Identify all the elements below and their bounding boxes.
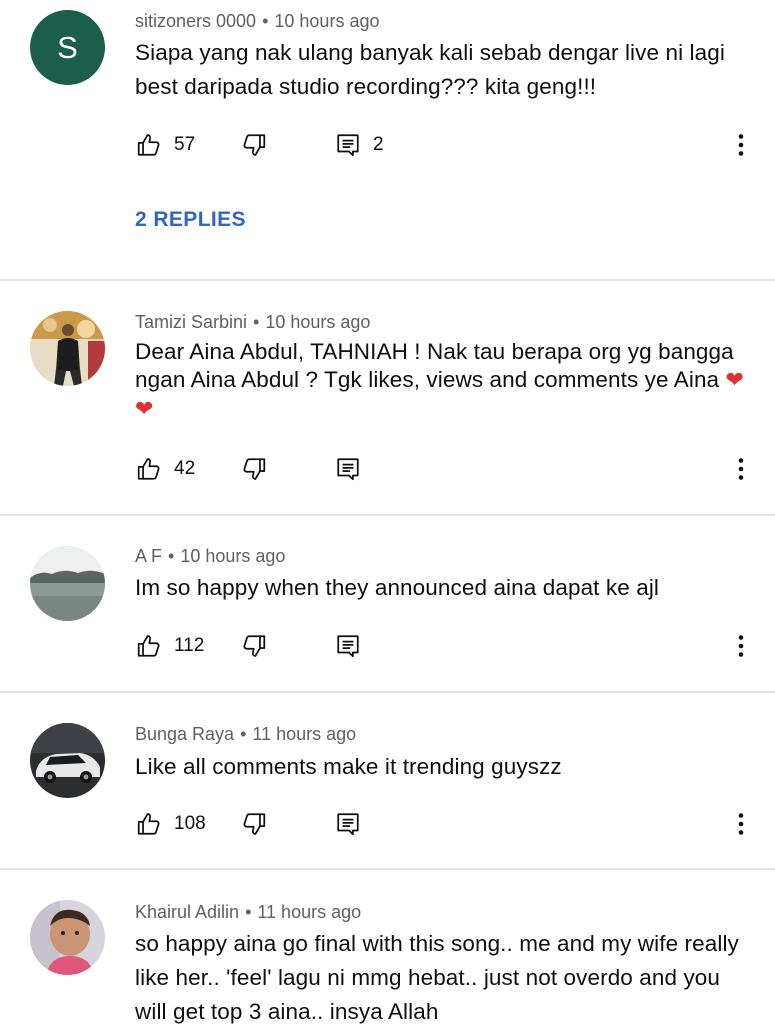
- reply-button[interactable]: [335, 629, 361, 663]
- comment-author[interactable]: Tamizi Sarbini: [135, 312, 247, 332]
- like-button[interactable]: 42: [136, 452, 195, 486]
- like-button[interactable]: 57: [136, 128, 195, 162]
- comment-text-line: best daripada studio recording??? kita g…: [135, 74, 597, 99]
- thumb-down-icon: [243, 635, 266, 657]
- view-replies-button[interactable]: 2 REPLIES: [135, 208, 246, 232]
- comment-actions: 112: [0, 629, 775, 663]
- reply-comment-icon: [337, 635, 359, 658]
- comment-actions: 42: [0, 452, 775, 486]
- thumb-up-icon: [137, 813, 160, 835]
- comment-meta: Bunga Raya • 11 hours ago: [135, 722, 356, 746]
- comment-text: Im so happy when they announced aina dap…: [135, 571, 755, 605]
- like-count: 108: [174, 813, 206, 834]
- more-vertical-icon: [738, 635, 744, 657]
- meta-separator: •: [240, 724, 247, 744]
- comment-actions: 108: [0, 807, 775, 841]
- comment-time: 10 hours ago: [180, 546, 286, 566]
- comment-meta: Tamizi Sarbini • 10 hours ago: [135, 310, 370, 334]
- comment-actions: 57 2: [0, 128, 775, 162]
- comment-text: Dear Aina Abdul, TAHNIAH ! Nak tau berap…: [135, 338, 755, 424]
- thumb-up-icon: [137, 458, 160, 480]
- comment-meta: sitizoners 0000 • 10 hours ago: [135, 9, 379, 33]
- dislike-button[interactable]: [241, 807, 267, 841]
- comment-meta: A F • 10 hours ago: [135, 544, 285, 568]
- more-vertical-icon: [738, 134, 744, 156]
- meta-separator: •: [168, 546, 175, 566]
- more-options-button[interactable]: [730, 128, 752, 162]
- more-options-button[interactable]: [730, 452, 752, 486]
- reply-button[interactable]: [335, 807, 361, 841]
- thumb-up-icon: [137, 134, 160, 156]
- comment-author[interactable]: Bunga Raya: [135, 724, 234, 744]
- more-options-button[interactable]: [730, 807, 752, 841]
- like-count: 42: [174, 458, 196, 479]
- avatar[interactable]: S: [30, 10, 105, 85]
- comment-text: Like all comments make it trending guysz…: [135, 750, 755, 784]
- comment-time: 11 hours ago: [252, 724, 357, 744]
- comment-time: 10 hours ago: [274, 11, 380, 31]
- reply-count: 2: [373, 134, 384, 155]
- reply-button[interactable]: [335, 452, 361, 486]
- reply-comment-icon: [337, 134, 359, 157]
- thumb-down-icon: [243, 458, 266, 480]
- meta-separator: •: [245, 902, 252, 922]
- like-button[interactable]: 112: [136, 629, 204, 663]
- comment-item: A F • 10 hours ago Im so happy when they a…: [0, 516, 775, 691]
- comment-time: 10 hours ago: [265, 312, 371, 332]
- reply-button[interactable]: 2: [335, 128, 384, 162]
- comment-text-line: Dear Aina Abdul, TAHNIAH ! Nak tau berap…: [135, 339, 734, 364]
- comment-meta: Khairul Adilin • 11 hours ago: [135, 900, 361, 924]
- comment-text-line: so happy aina go final with this song.. …: [135, 931, 739, 956]
- avatar[interactable]: [30, 723, 105, 798]
- thumb-up-icon: [137, 635, 160, 657]
- heart-emoji-icon: ❤: [725, 368, 745, 393]
- reply-comment-icon: [337, 813, 359, 836]
- dislike-button[interactable]: [241, 452, 267, 486]
- comment-item: Bunga Raya • 11 hours ago Like all comment…: [0, 693, 775, 868]
- comment-author[interactable]: A F: [135, 546, 162, 566]
- avatar[interactable]: [30, 546, 105, 621]
- like-count: 112: [174, 635, 205, 656]
- thumb-down-icon: [243, 813, 266, 835]
- comment-item: S sitizoners 0000 • 10 hours ago Siapa yan…: [0, 0, 775, 280]
- comment-time: 11 hours ago: [257, 902, 362, 922]
- avatar-letter: S: [57, 29, 78, 65]
- comment-text-line: ngan Aina Abdul ? Tgk likes, views and c…: [135, 367, 720, 392]
- comment-author[interactable]: sitizoners 0000: [135, 11, 256, 31]
- more-options-button[interactable]: [730, 629, 752, 663]
- meta-separator: •: [253, 312, 260, 332]
- more-vertical-icon: [738, 458, 744, 480]
- heart-emoji-icon: ❤: [135, 397, 154, 422]
- comment-text: so happy aina go final with this song.. …: [135, 927, 755, 1029]
- comment-text-line: like her.. 'feel' lagu ni mmg hebat.. ju…: [135, 965, 721, 990]
- comment-author[interactable]: Khairul Adilin: [135, 902, 239, 922]
- like-count: 57: [174, 134, 196, 155]
- comments-list: S sitizoners 0000 • 10 hours ago Siapa yan…: [0, 0, 775, 1024]
- like-button[interactable]: 108: [136, 807, 206, 841]
- comment-text: Siapa yang nak ulang banyak kali sebab d…: [135, 36, 755, 104]
- comment-text-line: Im so happy when they announced aina dap…: [135, 575, 660, 600]
- comment-item: Khairul Adilin • 11 hours ago so happy ain…: [0, 870, 775, 1024]
- thumb-down-icon: [243, 134, 266, 156]
- avatar[interactable]: [30, 311, 105, 386]
- meta-separator: •: [262, 11, 269, 31]
- avatar[interactable]: [30, 900, 105, 975]
- more-vertical-icon: [738, 813, 744, 835]
- dislike-button[interactable]: [241, 629, 267, 663]
- reply-comment-icon: [337, 458, 359, 481]
- dislike-button[interactable]: [241, 128, 267, 162]
- comment-item: Tamizi Sarbini • 10 hours ago Dear Aina Ab…: [0, 281, 775, 514]
- comment-text-line: Like all comments make it trending guysz…: [135, 754, 562, 779]
- comment-text-line: Siapa yang nak ulang banyak kali sebab d…: [135, 40, 725, 65]
